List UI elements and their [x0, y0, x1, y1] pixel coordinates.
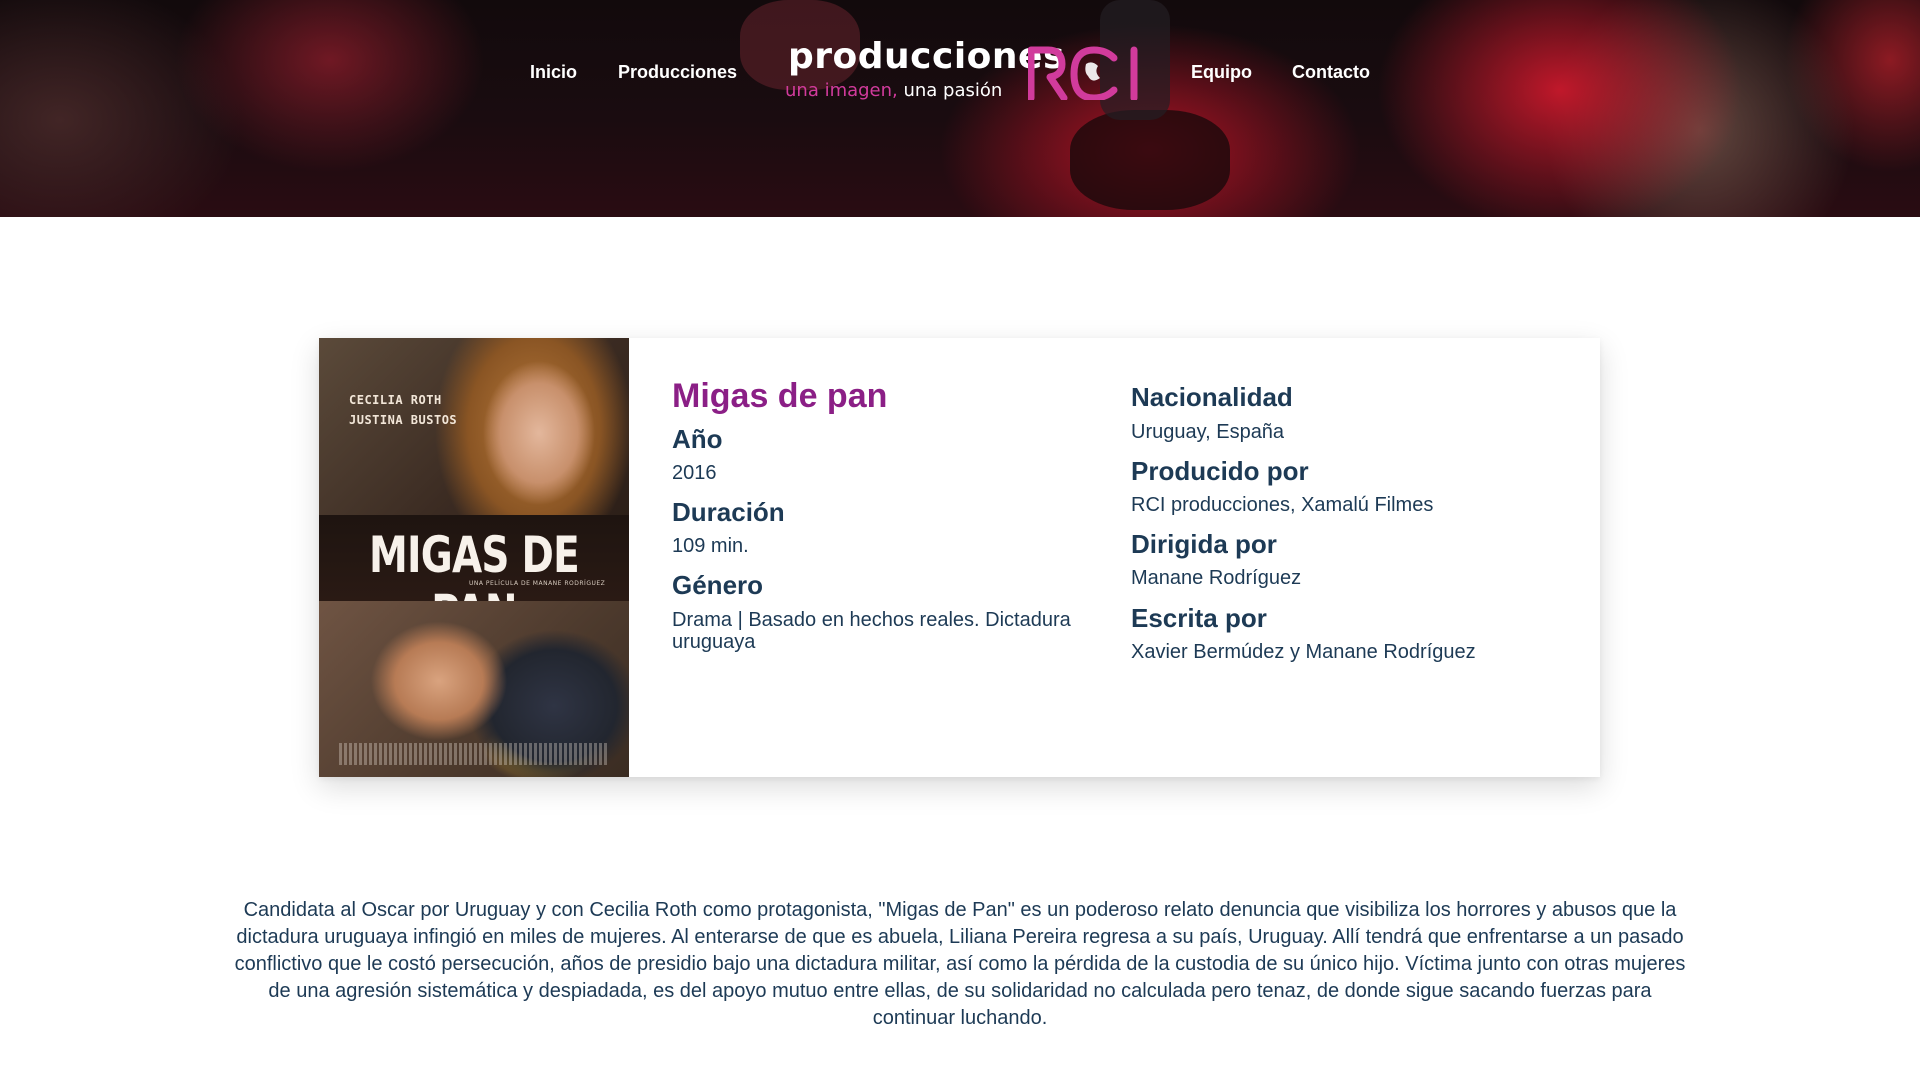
nav-link-contacto[interactable]: Contacto: [1292, 62, 1370, 83]
logo-slogan-pink: una imagen,: [785, 80, 898, 101]
year-label: Año: [672, 424, 723, 454]
logo-wordmark: producciones: [788, 36, 1065, 77]
genre-label: Género: [672, 570, 764, 600]
film-title: Migas de pan: [672, 377, 888, 415]
logo-slogan: una imagen, una pasión: [785, 80, 1002, 101]
rci-logo-icon: [1028, 46, 1138, 100]
poster-cast-name: JUSTINA BUSTOS: [349, 413, 458, 427]
film-synopsis: Candidata al Oscar por Uruguay y con Cec…: [234, 899, 1686, 1029]
written-by-label: Escrita por: [1131, 603, 1267, 633]
directed-by-value: Manane Rodríguez: [1131, 567, 1302, 589]
produced-by-value: RCI producciones, Xamalú Filmes: [1131, 494, 1434, 516]
logo-slogan-white: una pasión: [897, 80, 1003, 101]
header-hero: Inicio Producciones Equipo Contacto prod…: [0, 0, 1920, 217]
poster-subtitle: UNA PELÍCULA DE MANANE RODRÍGUEZ: [469, 580, 606, 587]
poster-cast-name: CECILIA ROTH: [349, 393, 442, 407]
year-value: 2016: [672, 462, 717, 484]
nav-link-inicio[interactable]: Inicio: [530, 62, 577, 83]
film-poster: CECILIA ROTH JUSTINA BUSTOS MIGAS DE PAN…: [319, 338, 629, 777]
hero-background-shape: [1070, 110, 1230, 210]
duration-label: Duración: [672, 497, 785, 527]
poster-credits-block: [339, 743, 609, 765]
nationality-label: Nacionalidad: [1131, 382, 1293, 412]
genre-value: Drama | Basado en hechos reales. Dictadu…: [672, 609, 1071, 653]
directed-by-label: Dirigida por: [1131, 529, 1277, 559]
produced-by-label: Producido por: [1131, 456, 1309, 486]
site-logo[interactable]: producciones una imagen, una pasión: [785, 36, 1145, 106]
nationality-value: Uruguay, España: [1131, 421, 1285, 443]
written-by-value: Xavier Bermúdez y Manane Rodríguez: [1131, 641, 1476, 663]
film-card: CECILIA ROTH JUSTINA BUSTOS MIGAS DE PAN…: [319, 338, 1600, 777]
nav-link-equipo[interactable]: Equipo: [1191, 62, 1252, 83]
duration-value: 109 min.: [672, 535, 749, 557]
nav-link-producciones[interactable]: Producciones: [618, 62, 737, 83]
